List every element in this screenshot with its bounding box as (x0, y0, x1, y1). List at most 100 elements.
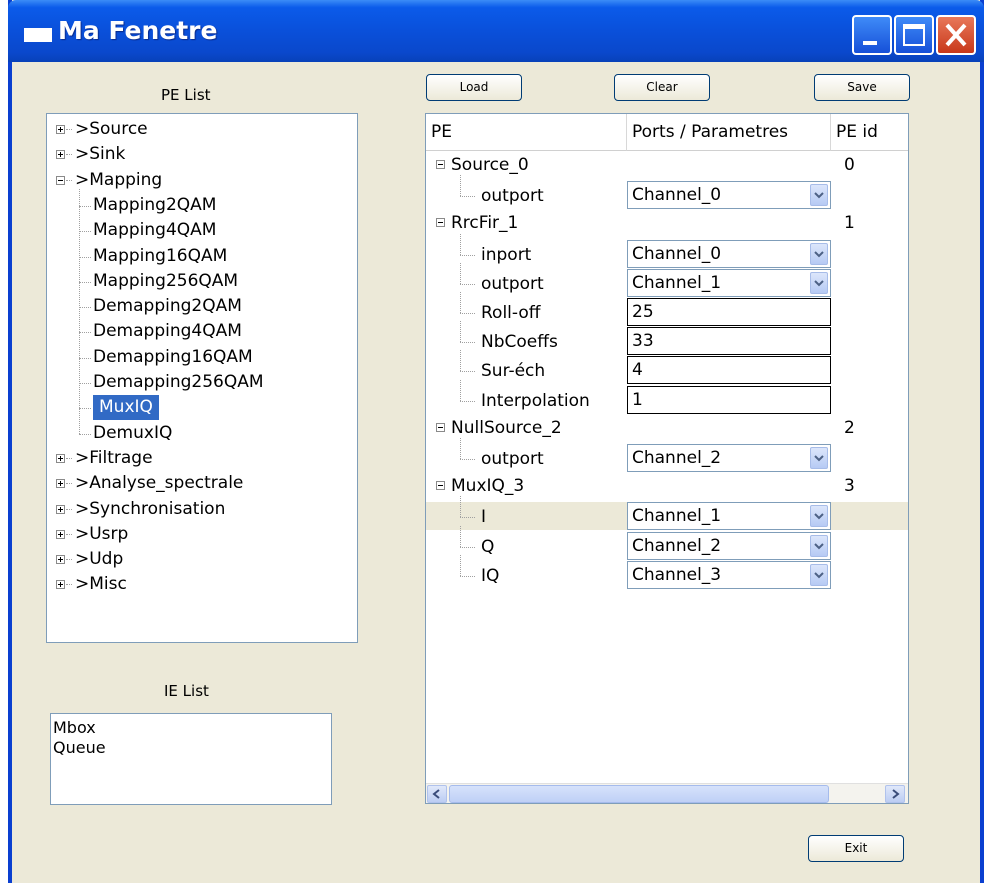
dropdown-value: Channel_1 (632, 272, 722, 293)
pe-tree-item[interactable]: Mapping4QAM (93, 218, 216, 243)
load-button[interactable]: Load (426, 74, 522, 101)
clear-button[interactable]: Clear (614, 74, 710, 101)
pe-tree-category[interactable]: >Misc (75, 572, 127, 597)
pe-tree-category[interactable]: >Usrp (75, 522, 128, 547)
scroll-right-button[interactable] (885, 785, 905, 803)
parameter-value-input[interactable] (628, 328, 830, 355)
dropdown-arrow-button[interactable] (810, 534, 828, 557)
pe-instance-name[interactable]: MuxIQ_3 (451, 474, 524, 499)
pe-tree-item[interactable]: Mapping2QAM (93, 193, 216, 218)
minimize-button[interactable] (852, 15, 892, 55)
channel-dropdown[interactable]: Channel_0 (627, 239, 831, 268)
channel-dropdown[interactable]: Channel_2 (627, 444, 831, 472)
parameter-value-input[interactable] (628, 299, 830, 325)
tree-connector (66, 129, 72, 130)
exit-button[interactable]: Exit (808, 835, 904, 862)
dropdown-arrow-button[interactable] (810, 242, 828, 265)
close-button[interactable] (936, 15, 976, 55)
dropdown-value: Channel_0 (632, 185, 722, 206)
ie-list-item[interactable]: Queue (53, 738, 329, 758)
ie-list-label: IE List (164, 682, 209, 700)
expand-icon[interactable] (56, 580, 65, 590)
tree-connector (460, 575, 475, 577)
scroll-left-button[interactable] (427, 785, 447, 803)
collapse-icon[interactable] (436, 422, 445, 432)
parameter-input[interactable] (627, 327, 831, 356)
collapse-icon[interactable] (436, 481, 445, 491)
scroll-left-icon (432, 789, 440, 799)
pe-tree-category[interactable]: >Mapping (75, 168, 162, 193)
tree-connector (79, 433, 91, 435)
scrollbar-thumb[interactable] (449, 785, 829, 803)
pe-tree-category[interactable]: >Source (75, 117, 148, 142)
pe-tree-item[interactable]: Demapping16QAM (93, 345, 253, 370)
pe-instance-name[interactable]: NullSource_2 (451, 416, 562, 441)
pe-tree-item[interactable]: Mapping256QAM (93, 269, 238, 294)
expand-icon[interactable] (56, 150, 65, 160)
pe-tree-category[interactable]: >Udp (75, 547, 123, 572)
channel-dropdown[interactable]: Channel_3 (627, 560, 831, 589)
save-button[interactable]: Save (814, 74, 910, 101)
expand-icon[interactable] (56, 555, 65, 565)
collapse-icon[interactable] (56, 175, 65, 185)
expand-icon[interactable] (56, 529, 65, 539)
pe-instance-name[interactable]: Source_0 (451, 153, 529, 178)
pe-parameters-table[interactable]: PE Ports / Parametres PE id Source_0 0 out… (425, 113, 909, 804)
pe-instance-name[interactable]: RrcFir_1 (451, 211, 518, 236)
parameter-label: Sur-éch (481, 361, 546, 382)
pe-tree-item[interactable]: Mapping16QAM (93, 244, 227, 269)
pe-tree-category[interactable]: >Sink (75, 142, 125, 167)
parameter-value-input[interactable] (628, 357, 830, 384)
ie-list[interactable]: Mbox Queue (50, 713, 332, 805)
tree-connector (460, 554, 461, 576)
pe-tree-item[interactable]: DemuxIQ (93, 421, 172, 446)
pe-tree-category[interactable]: >Analyse_spectrale (75, 471, 243, 496)
collapse-icon[interactable] (436, 218, 445, 228)
column-header-pe[interactable]: PE (426, 114, 627, 151)
parameter-input[interactable] (627, 298, 831, 326)
expand-icon[interactable] (56, 125, 65, 134)
tree-connector (460, 459, 475, 460)
expand-icon[interactable] (56, 453, 65, 463)
tree-connector (460, 400, 475, 402)
dropdown-value: Channel_0 (632, 243, 722, 264)
column-header-pe-id[interactable]: PE id (831, 114, 908, 151)
channel-dropdown[interactable]: Channel_1 (627, 268, 831, 297)
tree-connector (460, 321, 461, 343)
pe-tree-category[interactable]: >Synchronisation (75, 497, 225, 522)
pe-tree-item[interactable]: Demapping2QAM (93, 294, 242, 319)
pe-tree-item[interactable]: Demapping4QAM (93, 319, 242, 344)
pe-tree-category[interactable]: >Filtrage (75, 446, 153, 471)
pe-tree-item[interactable]: MuxIQ (93, 395, 159, 421)
dropdown-arrow-button[interactable] (810, 563, 828, 586)
dropdown-arrow-button[interactable] (810, 447, 828, 469)
parameter-input[interactable] (627, 356, 831, 385)
maximize-button[interactable] (894, 15, 934, 55)
expand-icon[interactable] (56, 479, 65, 489)
scroll-right-icon (892, 789, 900, 799)
tree-connector (460, 379, 461, 401)
parameter-input[interactable] (627, 385, 831, 414)
expand-icon[interactable] (56, 504, 65, 514)
tree-connector (79, 307, 91, 309)
pe-tree-item[interactable]: Demapping256QAM (93, 370, 264, 395)
tree-connector (79, 256, 91, 258)
dropdown-arrow-button[interactable] (810, 184, 828, 207)
tree-connector (66, 508, 72, 510)
pe-list-label: PE List (161, 86, 211, 104)
dropdown-arrow-button[interactable] (810, 271, 828, 294)
title-bar[interactable]: Ma Fenetre (8, 0, 984, 62)
dropdown-arrow-button[interactable] (810, 505, 828, 528)
ie-list-item[interactable]: Mbox (53, 718, 329, 738)
tree-connector (66, 457, 72, 459)
channel-dropdown[interactable]: Channel_0 (627, 181, 831, 210)
pe-list-tree[interactable]: >Source >Sink >Mapping Mapping2QAM Mapping4Q… (46, 113, 358, 643)
channel-dropdown[interactable]: Channel_2 (627, 531, 831, 560)
window-icon (24, 28, 52, 42)
parameter-value-input[interactable] (628, 386, 830, 413)
column-header-ports[interactable]: Ports / Parametres (627, 114, 831, 151)
horizontal-scrollbar[interactable] (426, 783, 908, 803)
channel-dropdown[interactable]: Channel_1 (627, 502, 831, 531)
chevron-down-icon (814, 250, 824, 258)
collapse-icon[interactable] (436, 160, 445, 169)
